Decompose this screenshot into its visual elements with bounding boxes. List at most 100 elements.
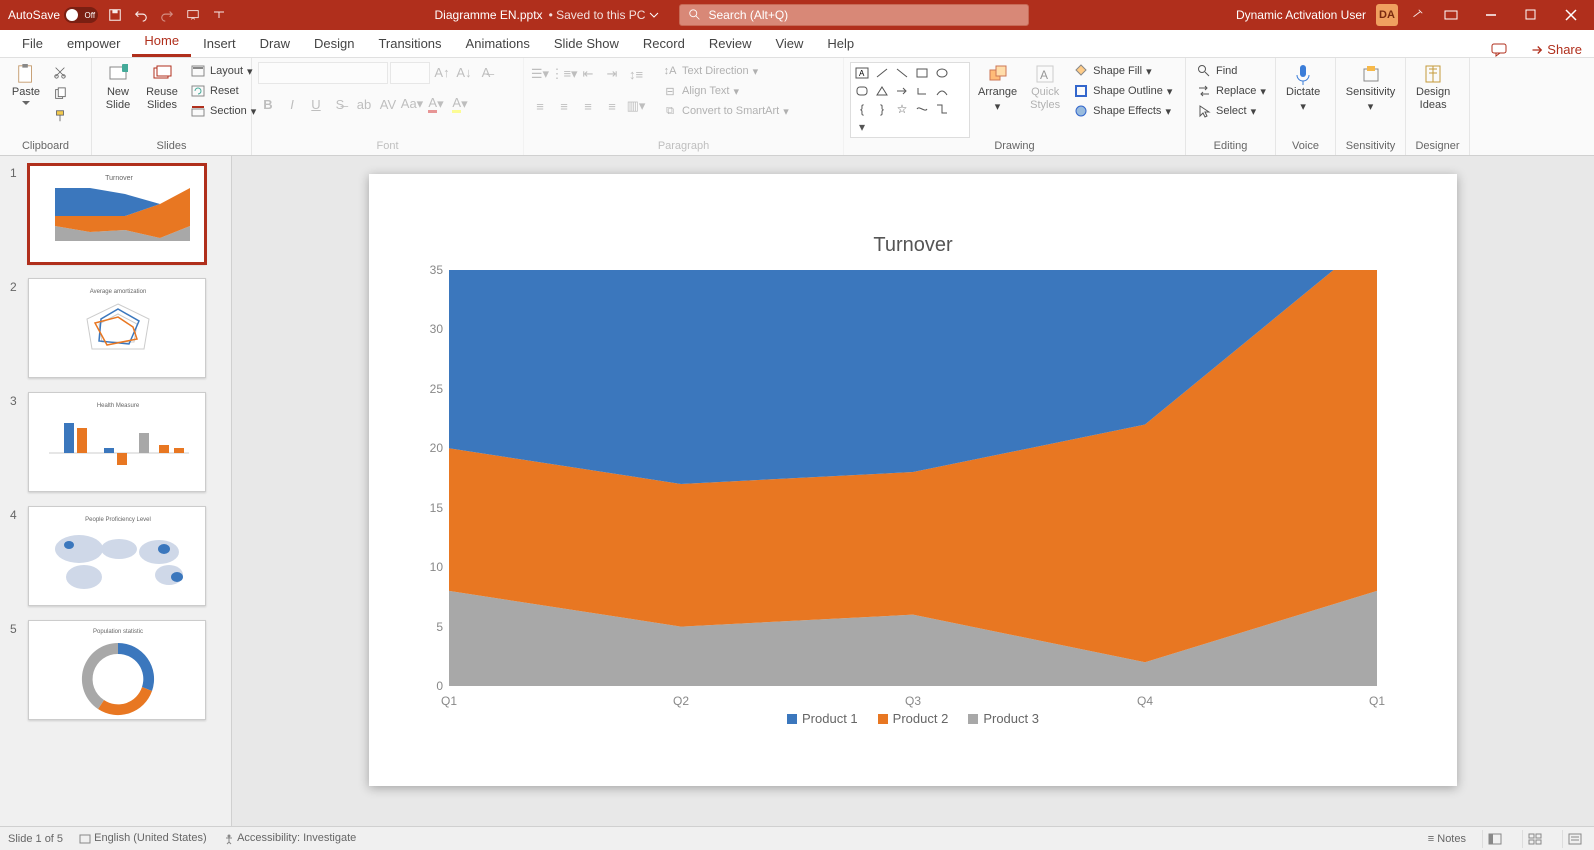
- shape-arrow-icon[interactable]: [893, 83, 911, 99]
- shape-brace2-icon[interactable]: }: [873, 101, 891, 117]
- find-button[interactable]: Find: [1192, 62, 1270, 80]
- shape-ellipse-icon[interactable]: [933, 65, 951, 81]
- present-icon[interactable]: [184, 6, 202, 24]
- align-left-button[interactable]: ≡: [530, 96, 550, 116]
- tab-help[interactable]: Help: [815, 30, 866, 57]
- slide-canvas[interactable]: Turnover 05101520253035 Q1Q2Q3Q4Q1 Produ…: [232, 156, 1594, 826]
- underline-button[interactable]: U: [306, 94, 326, 114]
- shapes-gallery[interactable]: A { } ☆ ▾: [850, 62, 970, 138]
- copy-icon[interactable]: [50, 84, 70, 104]
- format-painter-icon[interactable]: [50, 106, 70, 126]
- redo-icon[interactable]: [158, 6, 176, 24]
- thumbnail-slide-2[interactable]: Average amortization: [28, 278, 206, 378]
- justify-button[interactable]: ≡: [602, 96, 622, 116]
- slide-counter[interactable]: Slide 1 of 5: [8, 833, 63, 845]
- undo-icon[interactable]: [132, 6, 150, 24]
- align-right-button[interactable]: ≡: [578, 96, 598, 116]
- paste-button[interactable]: Paste: [6, 62, 46, 108]
- shape-outline-button[interactable]: Shape Outline ▾: [1069, 82, 1176, 100]
- cut-icon[interactable]: [50, 62, 70, 82]
- bold-button[interactable]: B: [258, 94, 278, 114]
- align-text-button[interactable]: ⊟Align Text ▾: [658, 82, 793, 100]
- shape-rect-icon[interactable]: [913, 65, 931, 81]
- shape-line2-icon[interactable]: [893, 65, 911, 81]
- highlight-button[interactable]: A▾: [450, 94, 470, 114]
- change-case-button[interactable]: Aa▾: [402, 94, 422, 114]
- shape-fill-button[interactable]: Shape Fill ▾: [1069, 62, 1176, 80]
- quick-styles-button[interactable]: A Quick Styles: [1025, 62, 1065, 114]
- design-ideas-button[interactable]: Design Ideas: [1412, 62, 1454, 114]
- sensitivity-button[interactable]: Sensitivity▾: [1342, 62, 1399, 116]
- char-spacing-button[interactable]: AV: [378, 94, 398, 114]
- close-button[interactable]: [1556, 4, 1586, 26]
- font-size-combo[interactable]: [390, 62, 430, 84]
- text-direction-button[interactable]: ↕AText Direction ▾: [658, 62, 793, 80]
- autosave-toggle-switch[interactable]: Off: [64, 7, 98, 23]
- tab-draw[interactable]: Draw: [248, 30, 302, 57]
- tab-transitions[interactable]: Transitions: [366, 30, 453, 57]
- slide-thumbnails-panel[interactable]: 1 Turnover 2 Average amortization 3 Heal…: [0, 156, 232, 826]
- autosave-toggle[interactable]: AutoSave Off: [8, 7, 98, 23]
- thumbnail-slide-1[interactable]: Turnover: [28, 164, 206, 264]
- layout-button[interactable]: Layout ▾: [186, 62, 260, 80]
- share-button[interactable]: Share: [1517, 42, 1594, 57]
- shape-more-icon[interactable]: ▾: [853, 119, 871, 135]
- slide-1[interactable]: Turnover 05101520253035 Q1Q2Q3Q4Q1 Produ…: [369, 174, 1457, 786]
- tab-empower[interactable]: empower: [55, 30, 132, 57]
- tab-slideshow[interactable]: Slide Show: [542, 30, 631, 57]
- qat-customize-icon[interactable]: [210, 6, 228, 24]
- italic-button[interactable]: I: [282, 94, 302, 114]
- thumbnail-slide-5[interactable]: Population statistic: [28, 620, 206, 720]
- select-button[interactable]: Select ▾: [1192, 102, 1270, 120]
- comments-button[interactable]: [1481, 43, 1517, 57]
- user-name[interactable]: Dynamic Activation User: [1236, 8, 1366, 22]
- thumbnail-slide-3[interactable]: Health Measure: [28, 392, 206, 492]
- font-name-combo[interactable]: [258, 62, 388, 84]
- arrange-button[interactable]: Arrange▾: [974, 62, 1021, 116]
- shape-curve-icon[interactable]: [933, 83, 951, 99]
- shape-textbox-icon[interactable]: A: [853, 65, 871, 81]
- new-slide-button[interactable]: New Slide: [98, 62, 138, 114]
- tab-record[interactable]: Record: [631, 30, 697, 57]
- slide-sorter-button[interactable]: [1522, 830, 1546, 848]
- bullets-button[interactable]: ☰▾: [530, 64, 550, 84]
- maximize-button[interactable]: [1516, 4, 1546, 26]
- notes-button[interactable]: ≡ Notes: [1428, 833, 1466, 845]
- search-input[interactable]: Search (Alt+Q): [679, 4, 1029, 26]
- shape-effects-button[interactable]: Shape Effects ▾: [1069, 102, 1176, 120]
- tab-animations[interactable]: Animations: [454, 30, 542, 57]
- reuse-slides-button[interactable]: Reuse Slides: [142, 62, 182, 114]
- tab-home[interactable]: Home: [132, 27, 191, 57]
- tab-design[interactable]: Design: [302, 30, 366, 57]
- decrease-indent-button[interactable]: ⇤: [578, 64, 598, 84]
- clear-formatting-icon[interactable]: A̶: [476, 62, 496, 82]
- shape-brace-icon[interactable]: {: [853, 101, 871, 117]
- tab-file[interactable]: File: [10, 30, 55, 57]
- convert-smartart-button[interactable]: ⧉Convert to SmartArt ▾: [658, 102, 793, 120]
- strikethrough-button[interactable]: S̶: [330, 94, 350, 114]
- mic-icon[interactable]: [1408, 6, 1426, 24]
- increase-font-icon[interactable]: A↑: [432, 62, 452, 82]
- columns-button[interactable]: ▥▾: [626, 96, 646, 116]
- shadow-button[interactable]: ab: [354, 94, 374, 114]
- user-avatar[interactable]: DA: [1376, 4, 1398, 26]
- tab-insert[interactable]: Insert: [191, 30, 248, 57]
- save-icon[interactable]: [106, 6, 124, 24]
- shape-star-icon[interactable]: ☆: [893, 101, 911, 117]
- align-center-button[interactable]: ≡: [554, 96, 574, 116]
- font-color-button[interactable]: A▾: [426, 94, 446, 114]
- reading-view-button[interactable]: [1562, 830, 1586, 848]
- language-indicator[interactable]: English (United States): [79, 832, 207, 844]
- shape-corner-icon[interactable]: [913, 83, 931, 99]
- filename-display[interactable]: Diagramme EN.pptx • Saved to this PC: [435, 8, 660, 22]
- thumbnail-slide-4[interactable]: People Proficiency Level: [28, 506, 206, 606]
- minimize-button[interactable]: [1476, 4, 1506, 26]
- numbering-button[interactable]: ⋮≡▾: [554, 64, 574, 84]
- section-button[interactable]: Section ▾: [186, 102, 260, 120]
- shape-triangle-icon[interactable]: [873, 83, 891, 99]
- decrease-font-icon[interactable]: A↓: [454, 62, 474, 82]
- tab-view[interactable]: View: [763, 30, 815, 57]
- shape-roundrect-icon[interactable]: [853, 83, 871, 99]
- replace-button[interactable]: Replace ▾: [1192, 82, 1270, 100]
- shape-line-icon[interactable]: [873, 65, 891, 81]
